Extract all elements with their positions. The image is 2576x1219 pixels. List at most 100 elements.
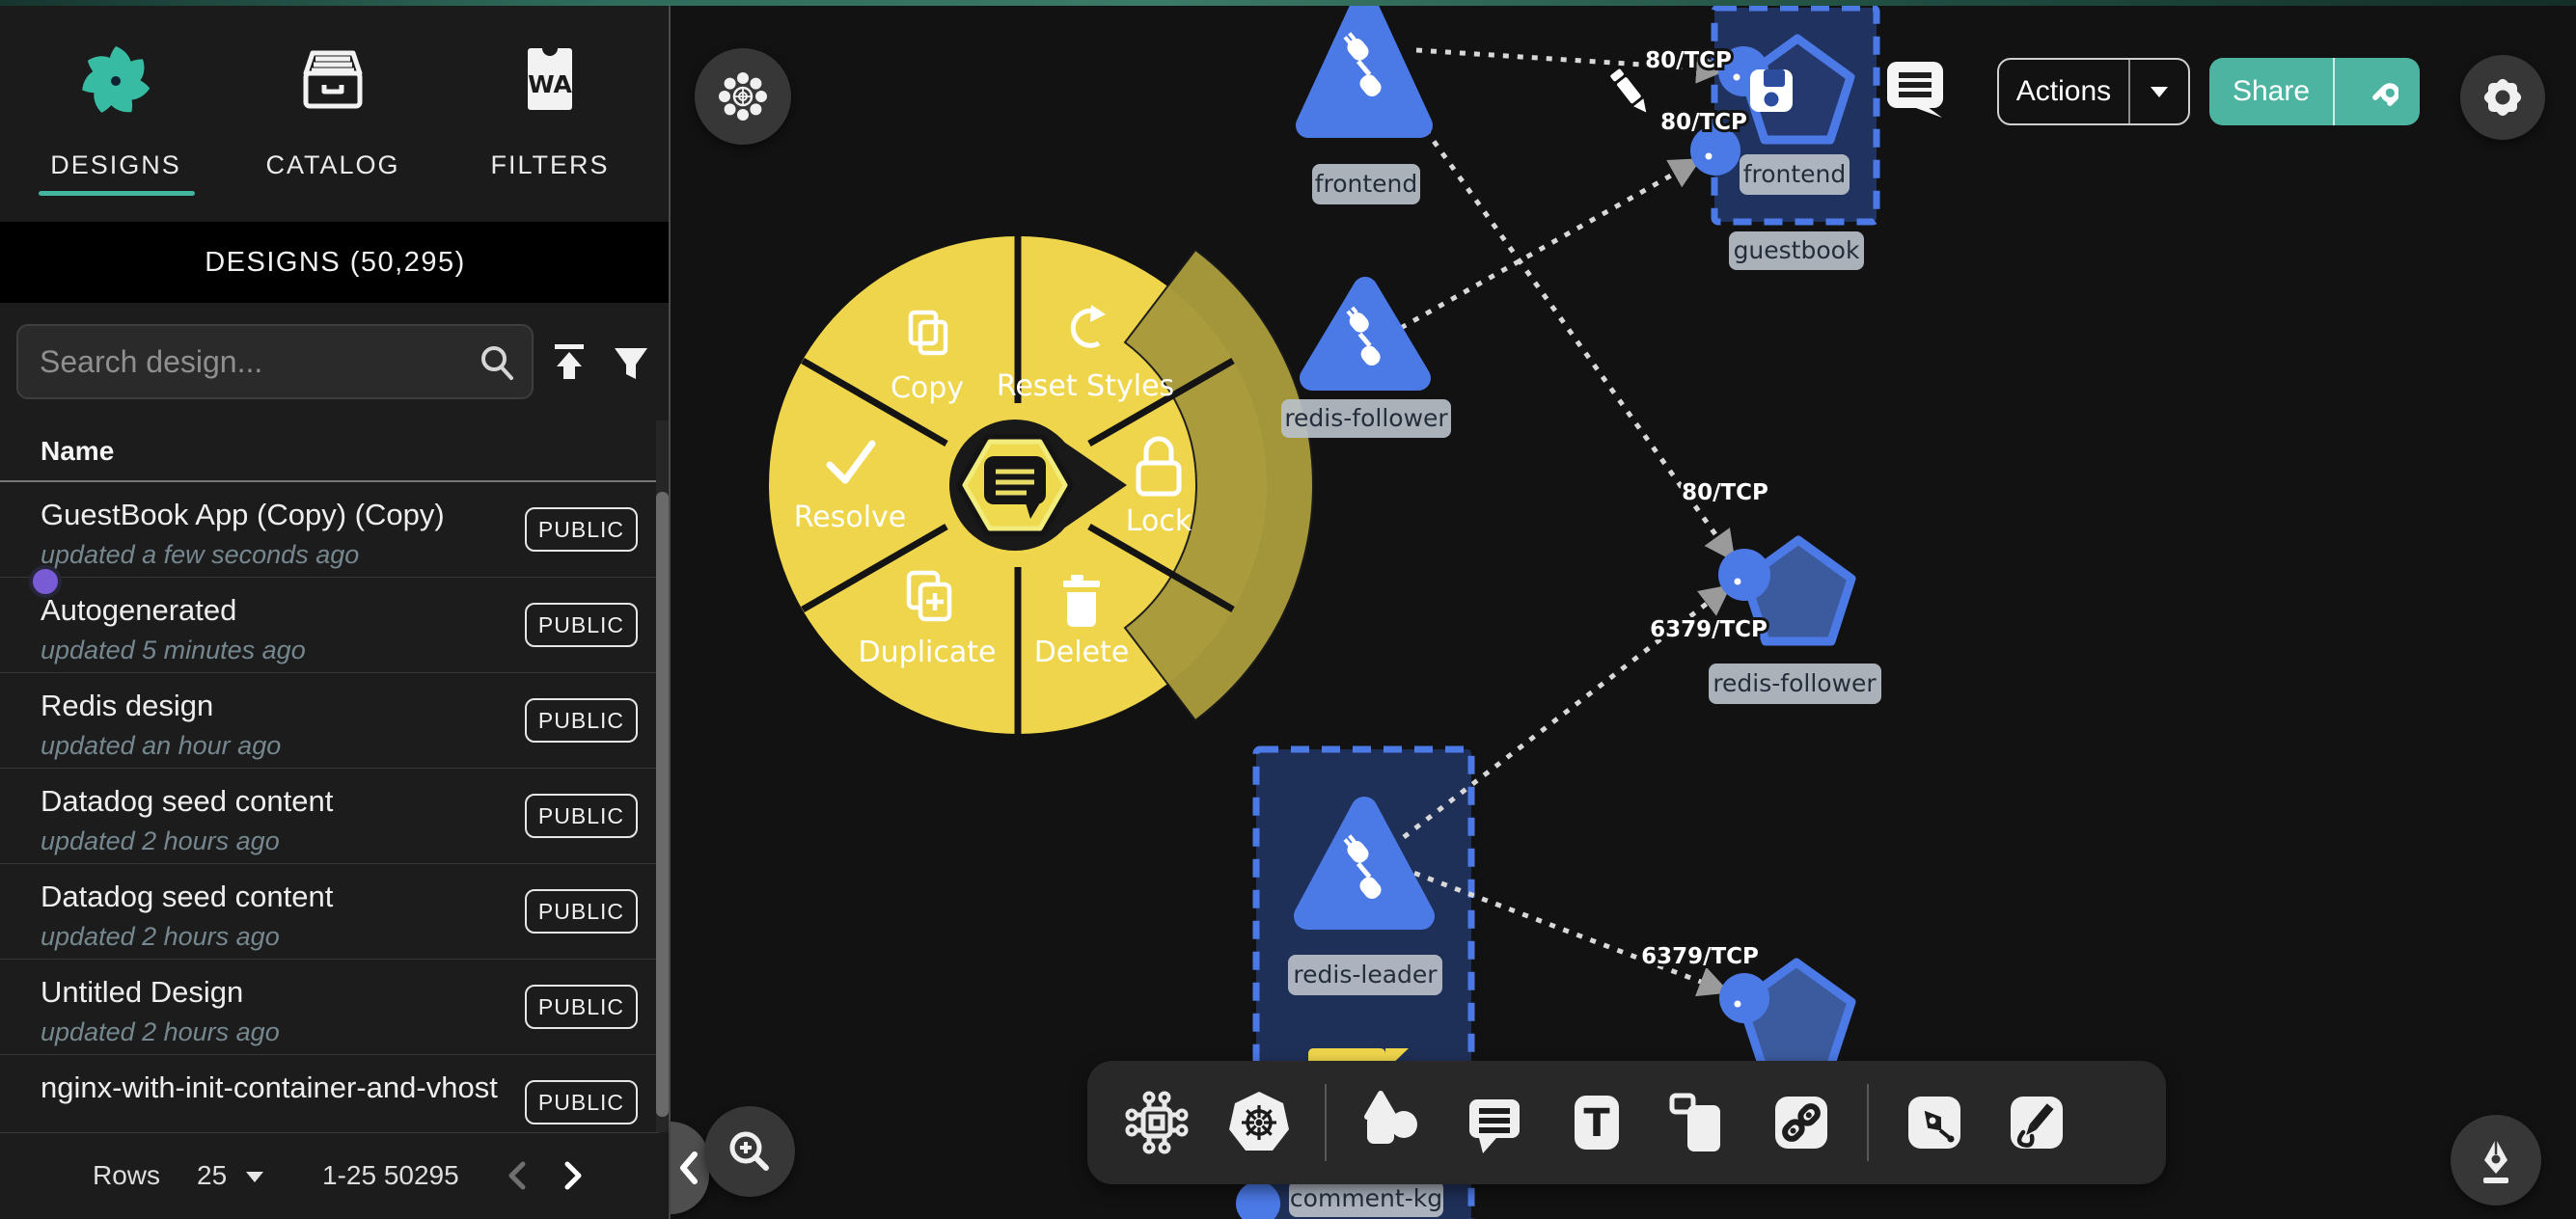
sidebar: DESIGNS CATALOG WA FILTERS [0, 6, 671, 1219]
radial-duplicate-label[interactable]: Duplicate [859, 636, 997, 669]
radial-reset-label[interactable]: Reset Styles [997, 369, 1174, 403]
caret-down-icon [244, 1169, 265, 1184]
design-updated: updated an hour ago [41, 731, 281, 761]
comment-tool-icon [1461, 1089, 1528, 1156]
chevron-left-icon [675, 1149, 704, 1187]
tab-catalog[interactable]: CATALOG [236, 33, 429, 197]
upload-design-icon[interactable] [544, 338, 594, 388]
avatar [29, 565, 62, 598]
cluster-view-button[interactable] [695, 48, 791, 145]
list-column-header: Name [0, 420, 659, 482]
tool-shapes[interactable] [1356, 1086, 1429, 1159]
label-frontend-svc: frontend [1315, 170, 1418, 198]
share-button[interactable]: Share [2209, 58, 2420, 125]
svg-text:WA: WA [528, 70, 572, 98]
name-column-label: Name [41, 436, 114, 467]
share-button-label[interactable]: Share [2209, 58, 2335, 125]
search-row [0, 303, 671, 420]
radial-copy-label[interactable]: Copy [891, 371, 964, 405]
trash-icon[interactable] [1063, 575, 1100, 627]
radial-resolve-label[interactable]: Resolve [794, 501, 906, 534]
edge-follower-guestbook[interactable] [1401, 163, 1693, 328]
design-name: Autogenerated [41, 593, 236, 628]
radial-context-menu[interactable]: Copy Reset Styles Lock Delete Duplicate … [769, 236, 1313, 734]
tool-pencil[interactable] [2000, 1086, 2073, 1159]
frame-tool-icon [1665, 1089, 1733, 1156]
pen-nib-icon [2471, 1135, 2521, 1185]
port-80b: 80/TCP [1660, 110, 1747, 135]
scrollbar-thumb[interactable] [656, 492, 669, 1117]
label-redis-follower-pod: redis-follower [1713, 669, 1877, 697]
label-guestbook-group: guestbook [1734, 236, 1860, 264]
prev-page-icon[interactable] [502, 1156, 534, 1195]
design-updated: updated 2 hours ago [41, 922, 280, 952]
kubernetes-icon [1224, 1088, 1294, 1157]
actions-button[interactable]: Actions [1997, 58, 2190, 125]
label-redis-leader-svc: redis-leader [1293, 961, 1438, 989]
design-list-item[interactable]: Datadog seed content updated 2 hours ago… [0, 769, 659, 864]
settings-button[interactable] [2460, 55, 2545, 140]
save-icon [1750, 69, 1793, 112]
port-80a: 80/TCP [1645, 48, 1732, 73]
port-6379b: 6379/TCP [1641, 944, 1759, 969]
design-updated: updated 2 hours ago [41, 1017, 280, 1047]
node-frontend-service[interactable] [1308, 6, 1420, 125]
diagram-layer: Copy Reset Styles Lock Delete Duplicate … [672, 6, 2576, 1219]
tool-kubernetes[interactable] [1222, 1086, 1296, 1159]
tool-link[interactable] [1765, 1086, 1838, 1159]
active-tab-underline [39, 191, 195, 196]
tab-designs-label: DESIGNS [19, 150, 212, 180]
comment-indicator-icon[interactable] [1887, 62, 1943, 118]
actions-dropdown-toggle[interactable] [2130, 60, 2188, 123]
design-list-item[interactable]: Untitled Design updated 2 hours ago PUBL… [0, 960, 659, 1055]
shapes-icon [1358, 1089, 1426, 1156]
design-list-item[interactable]: Datadog seed content updated 2 hours ago… [0, 864, 659, 960]
tab-designs[interactable]: DESIGNS [19, 33, 212, 197]
search-icon[interactable] [476, 341, 518, 384]
tool-components[interactable] [1120, 1086, 1193, 1159]
panel-title: DESIGNS (50,295) [0, 222, 671, 303]
design-name: Datadog seed content [41, 880, 333, 914]
radial-delete-label[interactable]: Delete [1034, 636, 1130, 669]
port-6379a: 6379/TCP [1650, 617, 1768, 642]
label-frontend-pod: frontend [1743, 160, 1847, 188]
tool-text[interactable]: T [1560, 1086, 1633, 1159]
design-list-item[interactable]: nginx-with-init-container-and-vhost PUBL… [0, 1055, 659, 1132]
actions-button-label[interactable]: Actions [1999, 60, 2130, 123]
visibility-badge: PUBLIC [525, 1080, 638, 1124]
visibility-badge: PUBLIC [525, 507, 638, 552]
tool-pen[interactable] [1898, 1086, 1971, 1159]
zoom-in-icon [725, 1126, 775, 1177]
search-input[interactable] [40, 326, 464, 397]
radial-lock-label[interactable]: Lock [1126, 504, 1192, 538]
toolbar-divider [1325, 1084, 1327, 1161]
cluster-icon [716, 69, 770, 123]
copy-link-button[interactable] [2335, 58, 2420, 125]
toolbar-divider [1867, 1084, 1869, 1161]
design-updated: updated 5 minutes ago [41, 636, 306, 665]
pen-mode-button[interactable] [2451, 1115, 2541, 1205]
tab-catalog-label: CATALOG [236, 150, 429, 180]
design-canvas[interactable]: Copy Reset Styles Lock Delete Duplicate … [672, 6, 2576, 1219]
visibility-badge: PUBLIC [525, 794, 638, 838]
tab-filters[interactable]: WA FILTERS [453, 33, 646, 197]
filter-designs-icon[interactable] [606, 338, 656, 388]
list-scrollbar[interactable] [656, 420, 669, 1132]
pencil-tool-icon [2003, 1089, 2070, 1156]
visibility-badge: PUBLIC [525, 985, 638, 1029]
visibility-badge: PUBLIC [525, 603, 638, 647]
label-redis-follower-svc: redis-follower [1284, 404, 1448, 432]
node-redis-follower-service[interactable] [1312, 289, 1418, 378]
meshery-logo-icon [75, 41, 156, 122]
next-page-icon[interactable] [556, 1156, 589, 1195]
zoom-in-button[interactable] [704, 1106, 795, 1197]
tool-frame[interactable] [1662, 1086, 1736, 1159]
design-list-item[interactable]: Autogenerated updated 5 minutes ago PUBL… [0, 578, 659, 673]
design-list-item[interactable]: GuestBook App (Copy) (Copy) updated a fe… [0, 482, 659, 578]
design-list-item[interactable]: Redis design updated an hour ago PUBLIC [0, 673, 659, 769]
caret-down-icon [2148, 83, 2171, 100]
visibility-badge: PUBLIC [525, 889, 638, 934]
tool-comment[interactable] [1458, 1086, 1531, 1159]
edit-edge-pencil-icon[interactable] [1609, 68, 1651, 117]
page-size-select[interactable]: 25 [197, 1160, 265, 1191]
